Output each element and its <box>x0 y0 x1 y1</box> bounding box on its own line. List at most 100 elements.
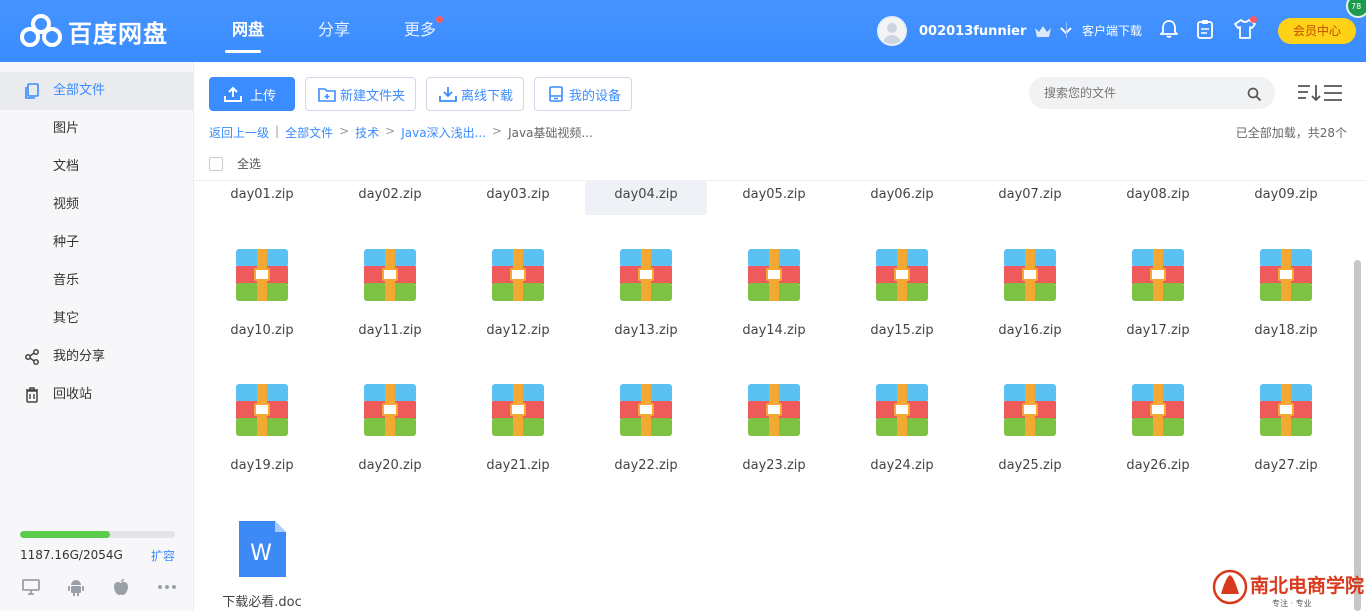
file-tile[interactable]: day18.zip <box>1225 249 1347 338</box>
breadcrumb-item[interactable]: Java深入浅出... <box>401 124 486 141</box>
apple-icon[interactable] <box>112 578 130 596</box>
select-all[interactable]: 全选 <box>209 155 261 172</box>
zip-archive-icon <box>492 249 544 301</box>
breadcrumb-item[interactable]: 技术 <box>355 124 379 141</box>
file-name: day13.zip <box>614 323 678 338</box>
new-folder-icon <box>318 86 336 102</box>
file-tile[interactable]: day13.zip <box>585 249 707 338</box>
search-input[interactable] <box>1029 77 1275 109</box>
file-tile[interactable]: day10.zip <box>201 249 323 338</box>
file-name: day08.zip <box>1126 187 1190 202</box>
sidebar-item-recycle-bin[interactable]: 回收站 <box>0 376 194 414</box>
file-tile[interactable]: day14.zip <box>713 249 835 338</box>
zip-archive-icon <box>748 384 800 436</box>
file-name: day01.zip <box>230 187 294 202</box>
file-tile[interactable]: day09.zip <box>1225 181 1347 215</box>
nav-netdisk[interactable]: 网盘 <box>205 0 291 62</box>
sidebar-item-documents[interactable]: 文档 <box>0 148 194 186</box>
vip-center-button[interactable]: 会员中心 <box>1278 18 1356 44</box>
file-tile[interactable]: day08.zip <box>1097 181 1219 215</box>
device-links <box>22 578 177 596</box>
new-folder-button[interactable]: 新建文件夹 <box>305 77 416 111</box>
trash-icon <box>26 387 38 403</box>
brand-logo[interactable]: 百度网盘 <box>20 13 168 49</box>
sidebar-item-other[interactable]: 其它 <box>0 300 194 338</box>
nav-share[interactable]: 分享 <box>291 0 377 62</box>
file-tile[interactable]: day26.zip <box>1097 384 1219 473</box>
file-tile[interactable]: day12.zip <box>457 249 579 338</box>
word-document-icon: W <box>239 521 286 577</box>
sidebar-item-label: 文档 <box>53 159 80 174</box>
zip-archive-icon <box>620 384 672 436</box>
file-name: day24.zip <box>870 458 934 473</box>
sidebar-item-torrents[interactable]: 种子 <box>0 224 194 262</box>
nav-more[interactable]: 更多 <box>377 0 463 62</box>
upload-label: 上传 <box>250 88 277 104</box>
list-view-icon[interactable] <box>1323 84 1343 102</box>
my-devices-button[interactable]: 我的设备 <box>534 77 632 111</box>
file-name: day23.zip <box>742 458 806 473</box>
file-tile[interactable]: day07.zip <box>969 181 1091 215</box>
file-name: day07.zip <box>998 187 1062 202</box>
file-tile[interactable]: day04.zip <box>585 181 707 215</box>
divider <box>1066 22 1067 38</box>
zip-archive-icon <box>1260 384 1312 436</box>
file-name: day10.zip <box>230 323 294 338</box>
more-icon[interactable] <box>157 578 177 596</box>
file-name: day06.zip <box>870 187 934 202</box>
brand-name: 百度网盘 <box>68 19 168 48</box>
search-icon[interactable] <box>1247 87 1262 102</box>
sidebar-item-my-share[interactable]: 我的分享 <box>0 338 194 376</box>
avatar[interactable] <box>877 16 907 46</box>
file-tile[interactable]: day19.zip <box>201 384 323 473</box>
breadcrumb-item[interactable]: 全部文件 <box>285 124 333 141</box>
sidebar-item-music[interactable]: 音乐 <box>0 262 194 300</box>
client-download-link[interactable]: 客户端下载 <box>1082 22 1142 39</box>
file-tile[interactable]: day25.zip <box>969 384 1091 473</box>
share-icon <box>25 349 39 365</box>
file-tile[interactable]: day05.zip <box>713 181 835 215</box>
storage-progress-bar <box>20 531 175 538</box>
watermark-slogan: 专注 · 专业 <box>1272 598 1312 608</box>
file-tile[interactable]: day02.zip <box>329 181 451 215</box>
file-tile[interactable]: day22.zip <box>585 384 707 473</box>
sidebar-item-all-files[interactable]: 全部文件 <box>0 72 194 110</box>
file-tile[interactable]: day15.zip <box>841 249 963 338</box>
sort-icon[interactable] <box>1297 83 1323 103</box>
file-tile[interactable]: day16.zip <box>969 249 1091 338</box>
nav-label: 网盘 <box>231 20 264 39</box>
file-tile[interactable]: day03.zip <box>457 181 579 215</box>
file-name: day27.zip <box>1254 458 1318 473</box>
file-tile[interactable]: day27.zip <box>1225 384 1347 473</box>
file-name: day05.zip <box>742 187 806 202</box>
download-icon <box>439 86 457 102</box>
scrollbar[interactable] <box>1354 260 1361 611</box>
user-menu[interactable]: 002013funnier <box>877 15 1073 47</box>
file-tile[interactable]: W 下载必看.doc <box>201 519 323 610</box>
file-name: day14.zip <box>742 323 806 338</box>
file-name: day20.zip <box>358 458 422 473</box>
file-grid: day01.zip day02.zip day03.zip day04.zip day0… <box>195 181 1350 611</box>
desktop-icon[interactable] <box>22 578 40 596</box>
sidebar-item-images[interactable]: 图片 <box>0 110 194 148</box>
file-tile[interactable]: day24.zip <box>841 384 963 473</box>
bell-icon[interactable] <box>1160 19 1178 39</box>
expand-storage-link[interactable]: 扩容 <box>151 547 175 564</box>
upload-button[interactable]: 上传 <box>209 77 295 111</box>
file-tile[interactable]: day01.zip <box>201 181 323 215</box>
android-icon[interactable] <box>67 578 85 596</box>
my-devices-label: 我的设备 <box>569 88 622 104</box>
sidebar-item-label: 其它 <box>53 311 80 326</box>
breadcrumb-back[interactable]: 返回上一级 <box>209 124 269 141</box>
file-tile[interactable]: day21.zip <box>457 384 579 473</box>
theme-shirt-button[interactable] <box>1234 16 1257 43</box>
clipboard-icon[interactable] <box>1196 19 1214 39</box>
file-tile[interactable]: day06.zip <box>841 181 963 215</box>
sidebar-item-videos[interactable]: 视频 <box>0 186 194 224</box>
file-tile[interactable]: day23.zip <box>713 384 835 473</box>
file-tile[interactable]: day11.zip <box>329 249 451 338</box>
file-tile[interactable]: day17.zip <box>1097 249 1219 338</box>
select-all-checkbox[interactable] <box>209 156 223 171</box>
file-tile[interactable]: day20.zip <box>329 384 451 473</box>
offline-download-button[interactable]: 离线下载 <box>426 77 524 111</box>
